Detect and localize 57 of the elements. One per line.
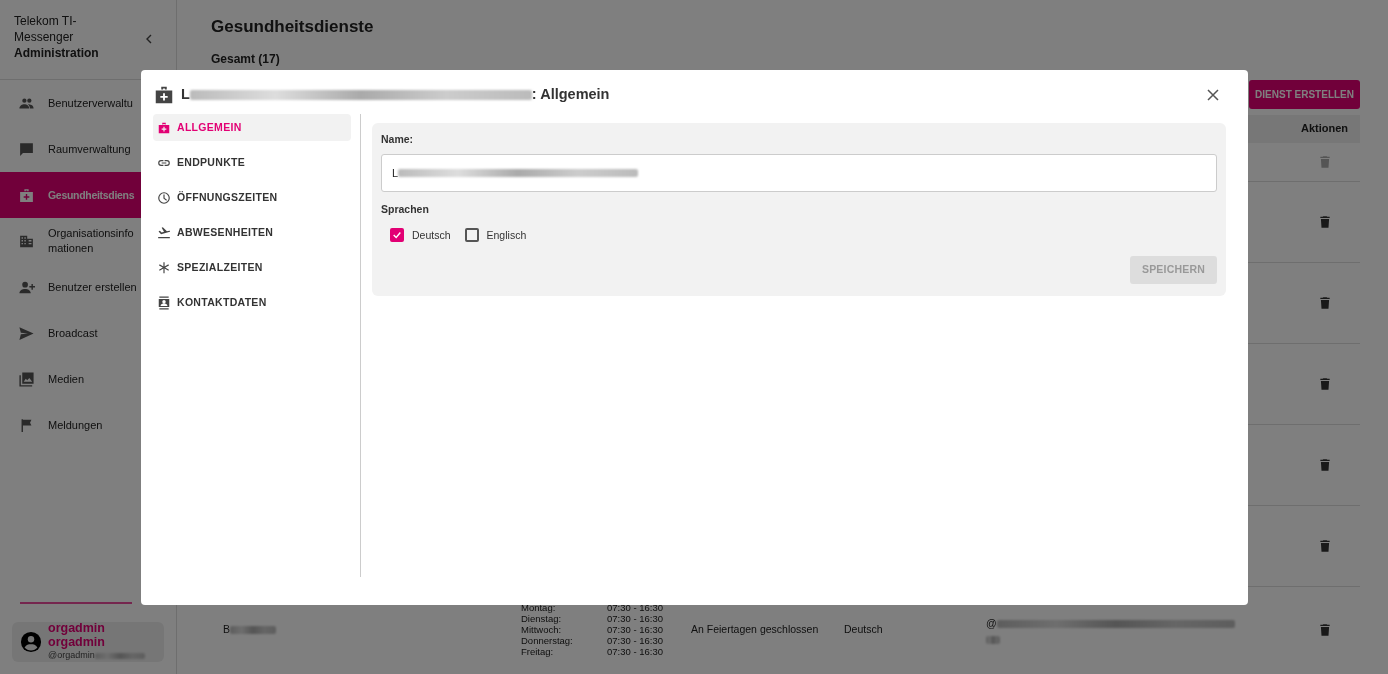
dialog-title: L: [181, 85, 190, 105]
trash-icon[interactable]: [1318, 623, 1332, 638]
page-title: Gesundheitsdienste: [211, 16, 375, 38]
pictures-icon: [18, 370, 35, 388]
user-card[interactable]: orgadmin orgadmin @orgadmin: [12, 622, 164, 662]
dialog-title: : Allgemein: [531, 85, 610, 105]
blurred-text: [986, 636, 1000, 645]
blurred-text: [94, 653, 145, 659]
trash-icon[interactable]: [1318, 295, 1332, 310]
tab[interactable]: ALLGEMEIN: [153, 114, 351, 141]
user-name: orgadmin orgadmin: [48, 621, 106, 650]
avatar-icon: [20, 631, 42, 653]
chat-icon: [18, 140, 35, 158]
schedule-day: Freitag:: [521, 646, 607, 658]
table-cell-text: An Feiertagen geschlossen: [691, 622, 820, 638]
table-cell-text: B: [223, 622, 230, 638]
trash-icon[interactable]: [1318, 376, 1332, 391]
schedule-time: 07:30 - 16:30: [607, 635, 663, 647]
asterisk-icon: [157, 260, 171, 275]
medical-bag-icon: [157, 120, 171, 135]
schedule-time: 07:30 - 16:30: [607, 646, 663, 658]
field-label: Name:: [381, 132, 415, 147]
trash-icon[interactable]: [1318, 538, 1332, 553]
checkbox-label: Deutsch: [412, 227, 451, 243]
contact-card-icon: [157, 295, 171, 310]
plane-icon: [157, 225, 171, 240]
schedule-day: Montag:: [521, 602, 607, 614]
checkbox[interactable]: [464, 228, 479, 243]
medical-bag-icon: [153, 84, 175, 106]
checkbox-label: Englisch: [486, 227, 527, 243]
schedule-time: 07:30 - 16:30: [607, 602, 663, 614]
medical-bag-icon: [18, 186, 35, 204]
user-handle: @orgadmin: [48, 649, 95, 663]
trash-icon[interactable]: [1318, 457, 1332, 472]
total-count: Gesamt (17): [211, 50, 281, 68]
schedule-day: Donnerstag:: [521, 635, 607, 647]
schedule-time: 07:30 - 16:30: [607, 613, 663, 625]
checkbox[interactable]: [390, 228, 404, 243]
trash-icon[interactable]: [1318, 214, 1332, 229]
blurred-text: [230, 626, 276, 635]
schedule-day: Dienstag:: [521, 613, 607, 625]
schedule-day: Mittwoch:: [521, 624, 607, 636]
check-icon: [392, 230, 402, 241]
column-header: Aktionen: [1300, 121, 1348, 137]
clock-icon: [157, 190, 171, 205]
collapse-chevron-icon[interactable]: [144, 34, 154, 44]
input-field[interactable]: L: [381, 153, 1217, 192]
table-cell-text: @: [986, 616, 997, 632]
field-label: Sprachen: [381, 201, 430, 217]
sidebar-title: Telekom TI- Messenger: [14, 13, 78, 45]
schedule-time: 07:30 - 16:30: [607, 624, 663, 636]
sidebar-item[interactable]: Meldungen: [0, 402, 176, 448]
close-icon: [1206, 88, 1220, 102]
sidebar-item[interactable]: Medien: [0, 356, 176, 402]
create-service-button[interactable]: DIENST ERSTELLEN: [1249, 79, 1360, 109]
table-cell-text: Deutsch: [844, 622, 884, 638]
sidebar-subtitle: Administration: [14, 45, 100, 61]
